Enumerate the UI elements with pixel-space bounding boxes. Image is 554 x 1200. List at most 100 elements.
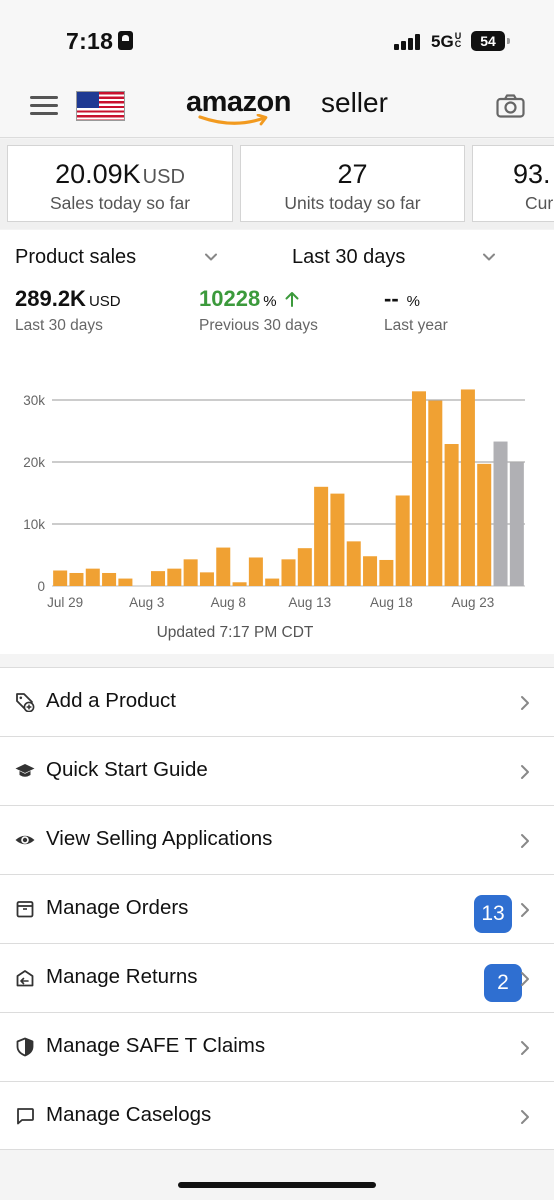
x-tick-label: Aug 3 bbox=[129, 595, 164, 610]
y-tick-label: 10k bbox=[23, 517, 45, 532]
chevron-right-icon bbox=[521, 765, 529, 779]
chart-bar[interactable] bbox=[379, 559, 394, 586]
chart-bar[interactable] bbox=[265, 578, 280, 586]
chart-bar[interactable] bbox=[493, 441, 508, 586]
chart-bar[interactable] bbox=[53, 570, 68, 587]
stat-value: 10228 bbox=[199, 286, 261, 311]
network-type: 5GUC bbox=[431, 31, 462, 52]
menu-item-manage-returns[interactable]: Manage Returns 2 bbox=[0, 943, 554, 1012]
return-box-icon bbox=[16, 970, 34, 987]
menu-item-manage-orders[interactable]: Manage Orders 13 bbox=[0, 874, 554, 943]
menu-item-add-a-product[interactable]: Add a Product bbox=[0, 667, 554, 736]
shield-icon bbox=[16, 1037, 34, 1057]
chat-bubble-icon bbox=[17, 1108, 34, 1125]
chart-bar[interactable] bbox=[199, 572, 214, 586]
camera-icon[interactable] bbox=[496, 94, 525, 118]
menu-icon[interactable] bbox=[30, 96, 58, 116]
stat-value: 289.2K bbox=[15, 286, 86, 311]
chevron-down-icon[interactable] bbox=[204, 250, 218, 264]
menu-item-label: Quick Start Guide bbox=[46, 758, 208, 781]
x-tick-label: Aug 18 bbox=[370, 595, 413, 610]
status-bar: 7:18 5GUC 54 bbox=[0, 0, 554, 72]
menu-item-quick-start-guide[interactable]: Quick Start Guide bbox=[0, 736, 554, 805]
menu-item-manage-safe-t-claims[interactable]: Manage SAFE T Claims bbox=[0, 1012, 554, 1081]
sales-panel: Product sales Last 30 days 289.2K USD Las… bbox=[0, 230, 554, 654]
y-tick-label: 0 bbox=[37, 579, 45, 594]
kpi-card-partial[interactable]: 93. Curr bbox=[472, 145, 554, 222]
kpi-carousel[interactable]: 20.09K USD Sales today so far 27 Units to… bbox=[0, 139, 554, 229]
menu-item-view-selling-applications[interactable]: View Selling Applications bbox=[0, 805, 554, 874]
stat-last-year: --% Last year bbox=[384, 286, 448, 335]
chart-bar[interactable] bbox=[444, 444, 459, 586]
tag-add-icon bbox=[16, 693, 35, 712]
chart-bar[interactable] bbox=[248, 557, 263, 586]
chart-bar[interactable] bbox=[297, 548, 312, 586]
menu-item-label: Manage SAFE T Claims bbox=[46, 1034, 266, 1057]
y-tick-label: 30k bbox=[23, 393, 45, 408]
cellular-signal-icon bbox=[394, 34, 422, 50]
chart-bar[interactable] bbox=[183, 559, 198, 586]
kpi-value: 27 bbox=[337, 159, 368, 189]
chevron-right-icon bbox=[521, 1041, 529, 1055]
stat-value: -- bbox=[384, 286, 399, 311]
kpi-label: Units today so far bbox=[284, 193, 421, 213]
x-tick-label: Aug 13 bbox=[288, 595, 331, 610]
chart-bar[interactable] bbox=[509, 462, 524, 586]
chart-bar[interactable] bbox=[85, 568, 100, 586]
chart-bar[interactable] bbox=[281, 559, 296, 586]
kpi-value: 20.09K bbox=[55, 159, 141, 189]
count-badge: 2 bbox=[484, 964, 522, 1002]
chart-bar[interactable] bbox=[363, 556, 378, 586]
sales-bar-chart[interactable]: 0 10k 20k 30k Jul 29 Aug 3 Aug 8 Aug 13 Aug 18 Au… bbox=[0, 380, 554, 610]
arrow-up-icon bbox=[285, 292, 299, 307]
stat-previous-30-days: 10228% Previous 30 days bbox=[199, 286, 318, 335]
kpi-card-sales[interactable]: 20.09K USD Sales today so far bbox=[7, 145, 233, 222]
chart-bar[interactable] bbox=[118, 578, 133, 586]
kpi-card-units[interactable]: 27 Units today so far bbox=[240, 145, 465, 222]
period-dropdown[interactable]: Last 30 days bbox=[292, 246, 405, 269]
stat-unit: % bbox=[406, 293, 420, 310]
status-time: 7:18 bbox=[66, 28, 114, 54]
y-tick-label: 20k bbox=[23, 455, 45, 470]
count-badge: 13 bbox=[474, 895, 512, 933]
stat-unit: % bbox=[263, 293, 277, 310]
home-indicator[interactable] bbox=[178, 1182, 376, 1188]
chart-bar[interactable] bbox=[216, 547, 231, 586]
menu-list: Add a Product Quick Start Guide View Sel… bbox=[0, 667, 554, 1150]
chart-bar[interactable] bbox=[395, 495, 410, 586]
chart-bar[interactable] bbox=[69, 572, 84, 586]
stat-label: Last 30 days bbox=[15, 317, 103, 334]
metric-dropdown[interactable]: Product sales bbox=[15, 246, 136, 269]
chart-bar[interactable] bbox=[151, 571, 166, 586]
x-tick-label: Jul 29 bbox=[47, 595, 83, 610]
chart-bar[interactable] bbox=[232, 582, 247, 586]
stat-label: Previous 30 days bbox=[199, 317, 318, 334]
us-flag-icon[interactable] bbox=[76, 91, 125, 121]
graduation-cap-icon bbox=[15, 764, 35, 777]
chart-bar[interactable] bbox=[330, 493, 345, 586]
menu-item-label: View Selling Applications bbox=[46, 827, 273, 850]
chart-bar[interactable] bbox=[411, 391, 426, 586]
kpi-value: 93. bbox=[513, 159, 551, 189]
chart-bar[interactable] bbox=[477, 463, 492, 586]
chart-bar[interactable] bbox=[314, 486, 329, 586]
chart-bar[interactable] bbox=[167, 568, 182, 586]
stat-last-30-days: 289.2K USD Last 30 days bbox=[15, 286, 121, 335]
eye-icon bbox=[15, 835, 35, 845]
updated-timestamp: Updated 7:17 PM CDT bbox=[156, 624, 314, 641]
chart-bar[interactable] bbox=[102, 572, 117, 586]
chevron-right-icon bbox=[521, 972, 529, 986]
menu-item-manage-caselogs[interactable]: Manage Caselogs bbox=[0, 1081, 554, 1150]
stat-unit: USD bbox=[88, 293, 121, 310]
chart-bar[interactable] bbox=[460, 389, 475, 586]
x-tick-label: Aug 23 bbox=[452, 595, 495, 610]
chevron-down-icon[interactable] bbox=[482, 250, 496, 264]
chevron-right-icon bbox=[521, 834, 529, 848]
kpi-unit: USD bbox=[142, 166, 185, 188]
chevron-right-icon bbox=[521, 696, 529, 710]
menu-item-label: Add a Product bbox=[46, 689, 176, 712]
box-icon bbox=[16, 901, 34, 918]
menu-item-label: Manage Returns bbox=[46, 965, 198, 988]
chart-bar[interactable] bbox=[428, 400, 443, 586]
chart-bar[interactable] bbox=[346, 541, 361, 586]
